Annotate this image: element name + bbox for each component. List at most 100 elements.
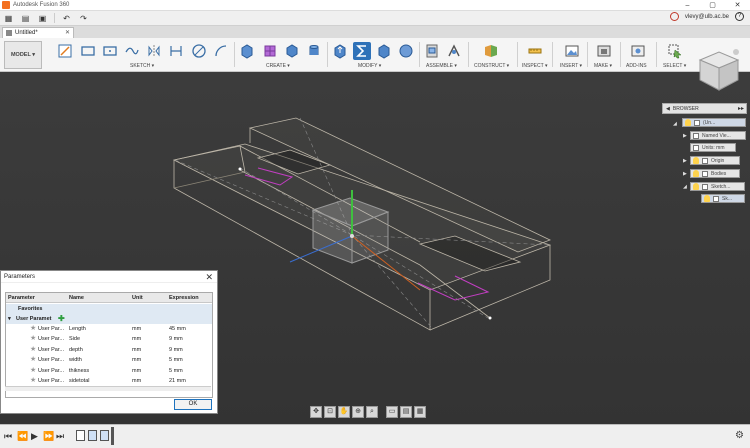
make-menu[interactable]: MAKE ▾ [594, 63, 612, 69]
expand-triangle-icon[interactable]: ▶ [683, 158, 687, 164]
visibility-bulb-icon[interactable] [704, 195, 710, 202]
insert-menu[interactable]: INSERT ▾ [560, 63, 582, 69]
browser-node-sketch1[interactable]: Sk... [701, 194, 745, 203]
browser-node-sketches[interactable]: Sketch... [690, 182, 745, 191]
extrude-icon[interactable] [238, 42, 256, 60]
expand-triangle-icon[interactable]: ◢ [673, 121, 677, 127]
help-icon[interactable]: ? [735, 12, 744, 21]
step-forward-icon[interactable]: ⏩ [43, 431, 54, 442]
column-header[interactable]: Expression [169, 295, 199, 301]
insert-image-icon[interactable] [563, 42, 581, 60]
user-parameters-group-row[interactable]: ▾ User Paramet ✚ [6, 314, 212, 325]
expand-triangle-icon[interactable]: ◢ [683, 184, 687, 190]
go-to-end-icon[interactable]: ⏭ [56, 431, 64, 442]
look-at-icon[interactable]: ⊡ [324, 406, 336, 418]
home-view-icon[interactable] [733, 49, 739, 55]
change-parameters-icon[interactable] [353, 42, 371, 60]
favorite-star-icon[interactable]: ★ [30, 345, 36, 353]
zoom-icon[interactable]: ⊕ [352, 406, 364, 418]
table-row[interactable]: ★ User Par... sidetotal mm 21 mm [6, 376, 212, 386]
dimension-icon[interactable] [167, 42, 185, 60]
table-row[interactable]: ★ User Par... thikness mm 5 mm [6, 366, 212, 376]
browser-node-root[interactable]: (Un... [682, 118, 746, 127]
browser-panel-header[interactable]: ◀ BROWSER ▸▸ [662, 103, 747, 114]
timeline-extrude-item[interactable] [88, 430, 97, 441]
rectangle-icon[interactable] [79, 42, 97, 60]
table-row[interactable]: ★ User Par... depth mm 9 mm [6, 345, 212, 355]
app-grid-icon[interactable]: ▦ [0, 12, 17, 25]
display-settings-icon[interactable]: ▭ [386, 406, 398, 418]
view-cube[interactable] [692, 46, 746, 96]
expand-triangle-icon[interactable]: ▶ [683, 171, 687, 177]
new-component-icon[interactable] [423, 42, 441, 60]
table-row[interactable]: ★ User Par... Side mm 9 mm [6, 334, 212, 344]
favorite-star-icon[interactable]: ★ [30, 355, 36, 363]
maximize-button[interactable]: ▢ [700, 0, 725, 11]
slot-icon[interactable] [101, 42, 119, 60]
measure-icon[interactable] [526, 42, 544, 60]
ok-button[interactable]: OK [174, 399, 212, 410]
create-menu[interactable]: CREATE ▾ [266, 63, 290, 69]
step-back-icon[interactable]: ⏪ [17, 431, 28, 442]
go-to-start-icon[interactable]: ⏮ [4, 431, 12, 442]
favorite-star-icon[interactable]: ★ [30, 334, 36, 342]
horizontal-scrollbar[interactable] [5, 386, 211, 391]
visibility-bulb-icon[interactable] [693, 157, 699, 164]
add-parameter-icon[interactable]: ✚ [58, 314, 65, 323]
parameter-expression-cell[interactable]: 5 mm [169, 357, 183, 363]
visibility-bulb-icon[interactable] [693, 183, 699, 190]
spline-icon[interactable] [123, 42, 141, 60]
circle-icon[interactable] [190, 42, 208, 60]
table-row[interactable]: ★ User Par... width mm 5 mm [6, 355, 212, 365]
favorite-star-icon[interactable]: ★ [30, 366, 36, 374]
play-icon[interactable]: ▶ [31, 431, 38, 442]
shell-icon[interactable] [397, 42, 415, 60]
save-icon[interactable]: ▣ [34, 12, 51, 25]
box-icon[interactable] [283, 42, 301, 60]
modify-menu[interactable]: MODIFY ▾ [358, 63, 381, 69]
timeline-sketch-item[interactable] [76, 430, 85, 441]
parameter-expression-cell[interactable]: 9 mm [169, 347, 183, 353]
collapse-triangle-icon[interactable]: ◀ [666, 106, 670, 112]
fillet-icon[interactable] [375, 42, 393, 60]
timeline-extrude-item[interactable] [100, 430, 109, 441]
minimize-button[interactable]: – [675, 0, 700, 11]
grid-snaps-icon[interactable]: ▤ [400, 406, 412, 418]
cylinder-icon[interactable] [305, 42, 323, 60]
sketch-menu[interactable]: SKETCH ▾ [130, 63, 154, 69]
browser-node-named-views[interactable]: Named Vie... [690, 131, 746, 140]
arc-icon[interactable] [212, 42, 230, 60]
parameter-expression-cell[interactable]: 45 mm [169, 326, 186, 332]
undo-icon[interactable]: ↶ [58, 12, 75, 25]
select-icon[interactable] [666, 42, 684, 60]
offset-plane-icon[interactable] [482, 42, 500, 60]
close-window-button[interactable]: ✕ [725, 0, 750, 11]
visibility-bulb-icon[interactable] [693, 170, 699, 177]
parameter-expression-cell[interactable]: 5 mm [169, 368, 183, 374]
favorites-row[interactable]: Favorites [6, 304, 212, 315]
visibility-bulb-icon[interactable] [685, 119, 691, 126]
favorite-star-icon[interactable]: ★ [30, 324, 36, 332]
table-row[interactable]: ★ User Par... Length mm 45 mm [6, 324, 212, 334]
file-menu-icon[interactable]: ▤ [17, 12, 34, 25]
column-header[interactable]: Parameter [8, 295, 35, 301]
favorite-star-icon[interactable]: ★ [30, 376, 36, 384]
collapse-icon[interactable]: ▾ [8, 316, 11, 322]
pan-icon[interactable]: ✋ [338, 406, 350, 418]
parameter-expression-cell[interactable]: 9 mm [169, 336, 183, 342]
browser-node-origin[interactable]: Origin [690, 156, 740, 165]
mirror-icon[interactable] [145, 42, 163, 60]
create-sketch-icon[interactable] [56, 42, 74, 60]
expand-triangle-icon[interactable]: ▶ [683, 133, 687, 139]
joint-icon[interactable] [445, 42, 463, 60]
inspect-menu[interactable]: INSPECT ▾ [522, 63, 547, 69]
viewports-icon[interactable]: ▦ [414, 406, 426, 418]
construct-menu[interactable]: CONSTRUCT ▾ [474, 63, 509, 69]
3d-print-icon[interactable] [595, 42, 613, 60]
column-header[interactable]: Name [69, 295, 84, 301]
orbit-icon[interactable]: ✥ [310, 406, 322, 418]
form-icon[interactable] [261, 42, 279, 60]
browser-pin-icon[interactable]: ▸▸ [738, 105, 744, 112]
close-icon[interactable]: ✕ [205, 272, 213, 283]
job-status-icon[interactable] [669, 12, 679, 21]
